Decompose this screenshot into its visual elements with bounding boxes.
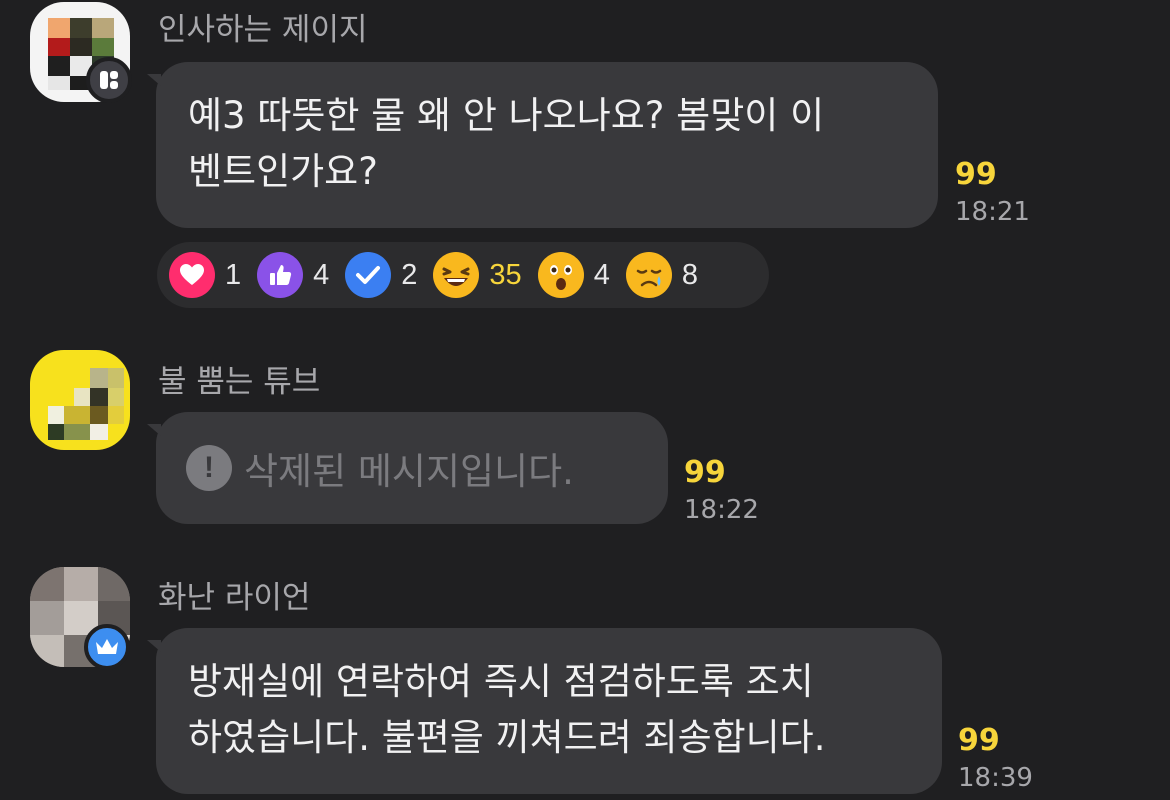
message-text-line: 방재실에 연락하여 즉시 점검하도록 조치	[188, 660, 814, 703]
reaction-count: 35	[489, 258, 522, 291]
unread-count: 99	[955, 157, 997, 192]
sender-name: 인사하는 제이지	[158, 12, 368, 48]
channel-badge-icon	[86, 57, 132, 103]
reaction-thumbs-up[interactable]: 4	[257, 252, 329, 298]
unread-count: 99	[684, 455, 726, 490]
reaction-bar: 1 4 2 35 4 8	[157, 242, 769, 308]
reaction-count: 4	[313, 258, 330, 291]
surprised-face-icon	[537, 252, 584, 298]
heart-icon	[169, 252, 215, 298]
message-bubble[interactable]: 예3 따뜻한 물 왜 안 나오나요? 봄맞이 이 벤트인가요?	[147, 62, 938, 228]
message-time: 18:21	[955, 197, 1030, 227]
sender-name: 불 뿜는 튜브	[158, 364, 321, 400]
reaction-surprised[interactable]: 4	[537, 252, 610, 298]
sad-face-icon	[625, 252, 672, 298]
laughing-face-icon	[433, 252, 480, 298]
avatar[interactable]	[30, 350, 130, 450]
deleted-message-bubble[interactable]: ! 삭제된 메시지입니다.	[147, 412, 668, 524]
message-time: 18:39	[958, 763, 1033, 793]
reaction-count: 4	[593, 258, 610, 291]
reaction-check[interactable]: 2	[345, 252, 417, 298]
reaction-sad[interactable]: 8	[625, 252, 698, 298]
message-bubble[interactable]: 방재실에 연락하여 즉시 점검하도록 조치 하였습니다. 불편을 끼쳐드려 죄송…	[147, 628, 942, 794]
sender-name: 화난 라이언	[158, 580, 311, 616]
reaction-count: 1	[225, 258, 242, 291]
reaction-heart[interactable]: 1	[169, 252, 241, 298]
reaction-laugh[interactable]: 35	[433, 252, 522, 298]
deleted-message-text: 삭제된 메시지입니다.	[244, 450, 574, 493]
warning-icon: !	[186, 445, 232, 491]
message-text-line: 예3 따뜻한 물 왜 안 나오나요? 봄맞이 이	[188, 94, 825, 137]
message-meta: 99 18:22	[684, 454, 759, 528]
crown-badge-icon	[84, 624, 130, 670]
thumbs-up-icon	[257, 252, 304, 298]
message-time: 18:22	[684, 495, 759, 525]
message-meta: 99 18:39	[958, 722, 1033, 796]
message-meta: 99 18:21	[955, 156, 1030, 230]
message-text-line: 벤트인가요?	[188, 150, 378, 193]
reaction-count: 2	[401, 258, 418, 291]
chat-room: 인사하는 제이지 예3 따뜻한 물 왜 안 나오나요? 봄맞이 이 벤트인가요?…	[0, 0, 1170, 800]
reaction-count: 8	[681, 258, 698, 291]
message-text-line: 하였습니다. 불편을 끼쳐드려 죄송합니다.	[188, 716, 826, 759]
check-icon	[345, 252, 392, 298]
unread-count: 99	[958, 723, 1000, 758]
